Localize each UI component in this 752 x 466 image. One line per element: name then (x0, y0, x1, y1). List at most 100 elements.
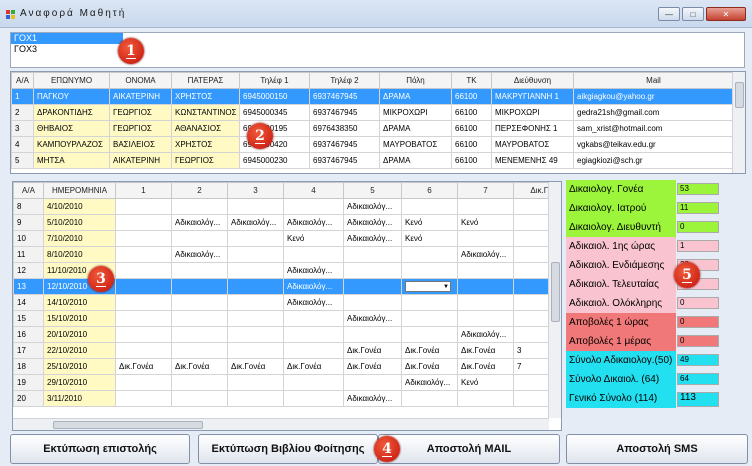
student-cell[interactable]: ΑΙΚΑΤΕΡΙΝΗ (109, 88, 172, 105)
attendance-cell[interactable] (171, 342, 228, 359)
student-cell[interactable]: 66100 (451, 152, 492, 169)
column-header[interactable]: 7 (457, 182, 514, 199)
student-cell[interactable]: ΓΕΩΡΓΙΟΣ (171, 152, 240, 169)
attendance-cell[interactable] (457, 262, 514, 279)
student-row[interactable]: 1 ΠΑΓΚΟΥ ΑΙΚΑΤΕΡΙΝΗ ΧΡΗΣΤΟΣ 6945000150 693746… (11, 88, 734, 105)
students-vertical-scrollbar[interactable] (732, 72, 745, 173)
attendance-cell[interactable]: 22/10/2010 (43, 342, 116, 359)
student-cell[interactable]: ΚΩΝΣΤΑΝΤΙΝΟΣ (171, 104, 240, 121)
student-cell[interactable]: ΜΙΚΡΟΧΩΡΙ (379, 104, 452, 121)
student-cell[interactable]: vgkabs@teikav.edu.gr (573, 136, 734, 153)
attendance-cell[interactable] (171, 390, 228, 407)
column-header[interactable]: 4 (283, 182, 344, 199)
attendance-cell[interactable]: Δικ.Γονέα (283, 358, 344, 375)
column-header[interactable]: 1 (115, 182, 172, 199)
column-header[interactable]: Τηλέφ 2 (309, 72, 380, 89)
column-header[interactable]: Α/Α (13, 182, 44, 199)
attendance-cell[interactable] (283, 374, 344, 391)
column-header[interactable]: Διεύθυνση (491, 72, 574, 89)
attendance-cell[interactable]: Δικ.Γονέα (343, 342, 402, 359)
attendance-cell[interactable] (227, 246, 284, 263)
attendance-cell[interactable] (457, 390, 514, 407)
attendance-row[interactable]: 17 22/10/2010 Δικ.Γονέα Δικ.Γονέα Δικ.Γονέα 3 (13, 342, 561, 359)
student-cell[interactable]: 1 (11, 88, 34, 105)
attendance-cell[interactable]: 4/10/2010 (43, 198, 116, 215)
attendance-cell[interactable] (227, 390, 284, 407)
student-cell[interactable]: ΒΑΣΙΛΕΙΟΣ (109, 136, 172, 153)
attendance-cell[interactable] (171, 198, 228, 215)
column-header[interactable]: ΠΑΤΕΡΑΣ (171, 72, 240, 89)
student-cell[interactable]: 6937467945 (309, 152, 380, 169)
close-button[interactable]: ✕ (706, 7, 746, 21)
student-cell[interactable]: ΜΗΤΣΑ (33, 152, 110, 169)
attendance-cell[interactable]: 8/10/2010 (43, 246, 116, 263)
attendance-cell[interactable]: 3/11/2010 (43, 390, 116, 407)
print-letter-button[interactable]: Εκτύπωση επιστολής (10, 434, 190, 464)
column-header[interactable]: Α/Α (11, 72, 34, 89)
attendance-cell[interactable] (171, 278, 228, 295)
attendance-vertical-scrollbar[interactable] (548, 182, 561, 418)
attendance-row[interactable]: 15 15/10/2010 Αδικαιολόγ... (13, 310, 561, 327)
attendance-cell[interactable] (283, 342, 344, 359)
attendance-cell[interactable]: Αδικαιολόγ... (343, 198, 402, 215)
attendance-cell[interactable] (283, 198, 344, 215)
attendance-cell[interactable] (227, 230, 284, 247)
attendance-cell[interactable] (283, 326, 344, 343)
send-mail-button[interactable]: Αποστολή MAIL (378, 434, 560, 464)
student-cell[interactable]: ΠΕΡΣΕΦΟΝΗΣ 1 (491, 120, 574, 137)
student-cell[interactable]: ΚΑΜΠΟΥΡΛΑΖΟΣ (33, 136, 110, 153)
attendance-cell[interactable] (343, 278, 402, 295)
student-cell[interactable]: 6937467945 (309, 136, 380, 153)
attendance-cell[interactable]: Δικ.Γονέα (457, 342, 514, 359)
attendance-row[interactable]: 10 7/10/2010 Κενό Αδικαιολόγ... Κενό (13, 230, 561, 247)
attendance-cell[interactable]: Δικ.Γονέα (115, 358, 172, 375)
attendance-cell[interactable] (115, 230, 172, 247)
attendance-cell[interactable]: Αδικαιολόγ... (343, 214, 402, 231)
attendance-cell[interactable] (343, 374, 402, 391)
attendance-cell[interactable]: Κενό (457, 374, 514, 391)
attendance-cell[interactable]: 17 (13, 342, 44, 359)
student-cell[interactable]: 66100 (451, 136, 492, 153)
attendance-cell[interactable]: 8 (13, 198, 44, 215)
print-book-button[interactable]: Εκτύπωση Βιβλίου Φοίτησης (198, 434, 378, 464)
student-cell[interactable]: ΑΘΑΝΑΣΙΟΣ (171, 120, 240, 137)
student-cell[interactable]: ΠΑΓΚΟΥ (33, 88, 110, 105)
student-cell[interactable]: 6945000345 (239, 104, 310, 121)
absence-type-dropdown[interactable] (405, 281, 451, 292)
attendance-cell[interactable] (457, 198, 514, 215)
attendance-cell[interactable] (115, 310, 172, 327)
students-grid[interactable]: Α/Α ΕΠΩΝΥΜΟ ΟΝΟΜΑ ΠΑΤΕΡΑΣ Τηλέφ 1 Τηλέφ 2 Πόλη… (10, 71, 746, 174)
student-row[interactable]: 5 ΜΗΤΣΑ ΑΙΚΑΤΕΡΙΝΗ ΓΕΩΡΓΙΟΣ 6945000230 693746… (11, 152, 734, 169)
student-cell[interactable]: ΜΙΚΡΟΧΩΡΙ (491, 104, 574, 121)
student-cell[interactable]: ΓΕΩΡΓΙΟΣ (109, 104, 172, 121)
minimize-button[interactable]: — (658, 7, 680, 21)
class-list-item[interactable]: ΓΟΧ1 (11, 33, 123, 44)
attendance-cell[interactable]: 7/10/2010 (43, 230, 116, 247)
attendance-cell[interactable]: Αδικαιολόγ... (283, 294, 344, 311)
attendance-horizontal-scrollbar[interactable] (13, 418, 549, 430)
attendance-cell[interactable]: 18 (13, 358, 44, 375)
attendance-cell[interactable]: Δικ.Γονέα (227, 358, 284, 375)
student-cell[interactable]: ΜΕΝΕΜΕΝΗΣ 49 (491, 152, 574, 169)
maximize-button[interactable]: □ (682, 7, 704, 21)
attendance-cell[interactable] (283, 390, 344, 407)
class-list-item[interactable]: ΓΟΧ3 (11, 44, 123, 55)
attendance-cell[interactable] (115, 342, 172, 359)
attendance-grid[interactable]: Α/Α ΗΜΕΡΟΜΗΝΙΑ 1 2 3 4 5 6 7 Δικ.Γον 8 4/10/2010 Αδ… (12, 181, 562, 431)
scroll-thumb[interactable] (53, 421, 203, 429)
attendance-cell[interactable] (401, 262, 458, 279)
attendance-cell[interactable] (227, 294, 284, 311)
student-row[interactable]: 4ΚΑΜΠΟΥΡΛΑΖΟΣΒΑΣΙΛΕΙΟΣΧΡΗΣΤΟΣ69450004206… (11, 136, 734, 153)
attendance-cell[interactable] (115, 326, 172, 343)
attendance-cell[interactable]: 29/10/2010 (43, 374, 116, 391)
attendance-cell[interactable]: 13 (13, 278, 44, 295)
attendance-cell[interactable]: 15/10/2010 (43, 310, 116, 327)
attendance-cell[interactable] (343, 246, 402, 263)
attendance-row[interactable]: 14 14/10/2010 Αδικαιολόγ... (13, 294, 561, 311)
attendance-cell[interactable]: Αδικαιολόγ... (401, 374, 458, 391)
student-cell[interactable]: 66100 (451, 88, 492, 105)
attendance-cell[interactable] (171, 294, 228, 311)
student-cell[interactable]: sam_xrist@hotmail.com (573, 120, 734, 137)
attendance-cell[interactable] (457, 294, 514, 311)
attendance-cell[interactable]: Κενό (401, 214, 458, 231)
